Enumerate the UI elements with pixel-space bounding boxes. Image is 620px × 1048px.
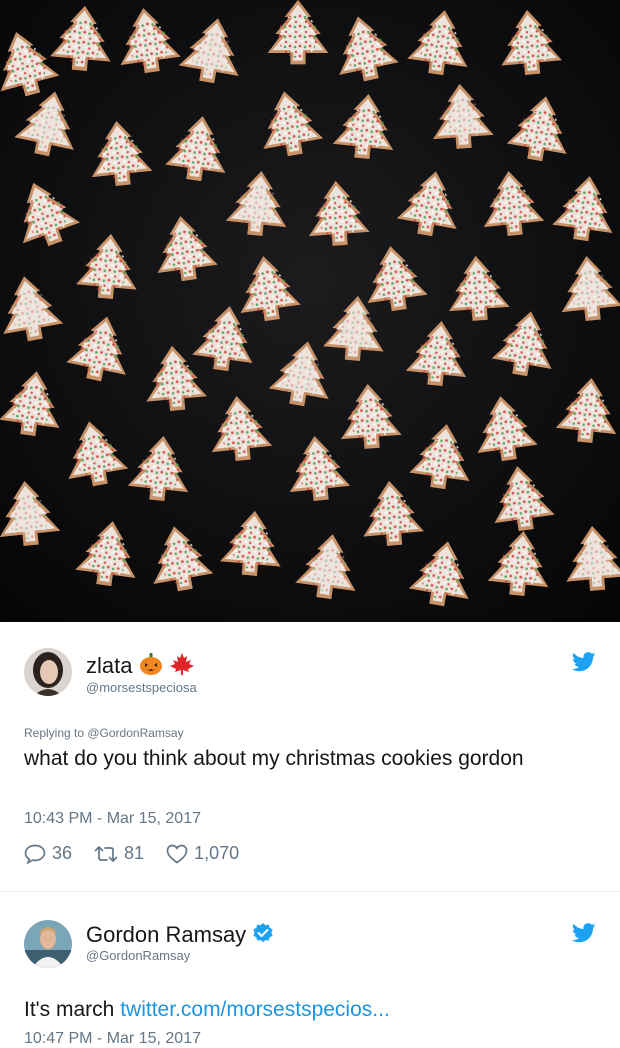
- retweet-count: 81: [124, 843, 145, 863]
- reply-icon: [24, 844, 46, 864]
- cookie-photo-image: [0, 0, 620, 622]
- reply-button[interactable]: 36: [24, 843, 72, 864]
- tweet-text: It's march twitter.com/morsestspecios...: [24, 998, 390, 1021]
- timestamp[interactable]: 10:47 PM - Mar 15, 2017: [24, 1030, 201, 1048]
- tweet-actions: 36 81 1,070: [24, 843, 261, 864]
- handle[interactable]: @GordonRamsay: [86, 948, 190, 963]
- handle[interactable]: @morsestspeciosa: [86, 680, 197, 695]
- like-button[interactable]: 1,070: [166, 843, 239, 864]
- heart-icon: [166, 844, 188, 864]
- tweet-link[interactable]: twitter.com/morsestspecios...: [120, 998, 390, 1021]
- display-name[interactable]: zlata: [86, 652, 195, 682]
- avatar[interactable]: [24, 920, 72, 968]
- twitter-bird-icon[interactable]: [571, 652, 598, 674]
- maple-leaf-icon: [169, 652, 195, 682]
- tweet-gordon-ramsay[interactable]: Gordon Ramsay @GordonRamsay It's march t…: [0, 893, 620, 1048]
- verified-badge-icon: [252, 922, 274, 950]
- tweet-zlata[interactable]: zlata @morsestspeciosa Replying to @Gord…: [0, 622, 620, 892]
- reply-count: 36: [52, 843, 73, 863]
- timestamp[interactable]: 10:43 PM - Mar 15, 2017: [24, 810, 201, 828]
- tweet-divider: [0, 891, 620, 892]
- retweet-icon: [94, 845, 118, 862]
- avatar[interactable]: [24, 648, 72, 696]
- tweet-text: what do you think about my christmas coo…: [24, 747, 524, 770]
- replying-to[interactable]: Replying to @GordonRamsay: [24, 726, 184, 740]
- pumpkin-icon: [139, 652, 163, 682]
- retweet-button[interactable]: 81: [94, 843, 144, 864]
- display-name[interactable]: Gordon Ramsay: [86, 922, 274, 950]
- twitter-bird-icon[interactable]: [571, 923, 598, 945]
- cookie-photo[interactable]: [0, 0, 620, 622]
- like-count: 1,070: [194, 843, 240, 863]
